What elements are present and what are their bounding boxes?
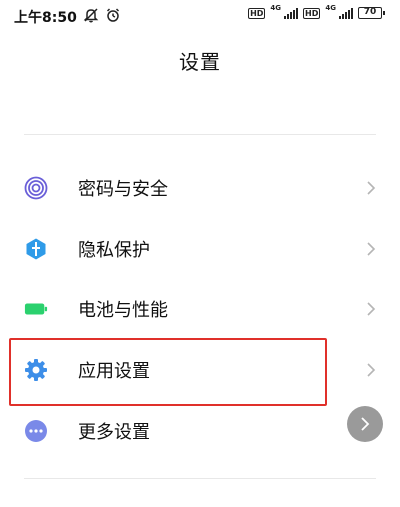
battery-indicator: 70 bbox=[358, 7, 385, 19]
status-right: HD 4G HD 4G 70 bbox=[248, 4, 385, 19]
network-type-label: 4G bbox=[270, 4, 282, 12]
network-type-label: 4G bbox=[325, 4, 336, 12]
floating-next-button[interactable] bbox=[347, 406, 383, 442]
settings-item-more-settings[interactable]: 更多设置 bbox=[0, 401, 400, 461]
more-dots-icon bbox=[24, 419, 48, 443]
chevron-right-icon bbox=[367, 363, 376, 377]
settings-item-label: 电池与性能 bbox=[78, 300, 168, 321]
settings-item-label: 密码与安全 bbox=[78, 179, 168, 200]
status-time: 上午8:50 bbox=[14, 10, 77, 26]
chevron-right-icon bbox=[367, 181, 376, 195]
page-title: 设置 bbox=[179, 50, 221, 74]
status-bar: 上午8:50 HD 4G HD 4G 70 bbox=[0, 0, 400, 30]
settings-item-label: 更多设置 bbox=[78, 422, 150, 443]
chevron-right-icon bbox=[367, 302, 376, 316]
settings-item-label: 隐私保护 bbox=[78, 240, 150, 261]
settings-item-privacy[interactable]: 隐私保护 bbox=[0, 219, 400, 279]
settings-item-battery-performance[interactable]: 电池与性能 bbox=[0, 279, 400, 339]
highlight-box bbox=[9, 338, 327, 406]
privacy-shield-icon bbox=[24, 237, 48, 261]
alarm-clock-icon bbox=[105, 7, 121, 27]
divider bbox=[24, 478, 376, 479]
chevron-right-icon bbox=[367, 242, 376, 256]
fingerprint-icon bbox=[24, 176, 48, 200]
divider bbox=[24, 134, 376, 135]
chevron-right-icon bbox=[361, 417, 370, 431]
battery-icon bbox=[24, 297, 48, 321]
notifications-off-icon bbox=[83, 7, 99, 27]
signal-icon bbox=[284, 7, 299, 19]
status-left: 上午8:50 bbox=[14, 7, 121, 27]
settings-item-password-security[interactable]: 密码与安全 bbox=[0, 158, 400, 218]
hd-badge: HD bbox=[248, 7, 266, 19]
hd-badge: HD bbox=[303, 7, 321, 19]
signal-icon bbox=[339, 7, 353, 19]
